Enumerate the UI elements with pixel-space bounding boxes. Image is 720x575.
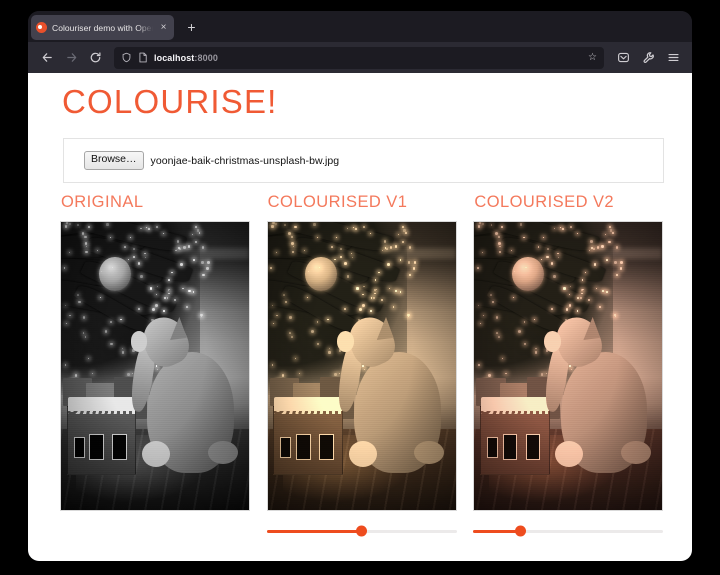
slider-row-v1 <box>266 524 461 538</box>
column-original: ORIGINAL <box>60 193 254 538</box>
image-columns: ORIGINAL COLOURISED V1 COLOURISED V2 <box>60 193 667 538</box>
toolbar-icons <box>612 47 684 69</box>
column-title: COLOURISED V2 <box>474 193 615 211</box>
page-title: COLOURISE! <box>62 83 278 120</box>
slider-thumb[interactable] <box>515 525 527 537</box>
browser-tab[interactable]: Colouriser demo with OpenVINO × <box>31 15 174 40</box>
close-icon[interactable]: × <box>158 22 169 33</box>
shield-icon[interactable] <box>121 52 132 63</box>
column-title: COLOURISED V1 <box>267 193 408 211</box>
slider-fill <box>266 529 362 533</box>
url-bar[interactable]: localhost:8000 ☆ <box>114 46 604 69</box>
slider-row-v2 <box>473 524 667 538</box>
image-colourised-v1 <box>266 221 457 511</box>
forward-arrow-icon[interactable] <box>60 47 82 69</box>
slider-row-original <box>60 524 254 538</box>
browser-window: Colouriser demo with OpenVINO × + localh… <box>28 11 692 561</box>
image-colourised-v2 <box>473 221 664 511</box>
page-content: COLOURISE! Browse… yoonjae-baik-christma… <box>28 73 692 561</box>
app-favicon <box>36 22 47 33</box>
page-icon <box>138 52 148 63</box>
back-arrow-icon[interactable] <box>36 47 58 69</box>
hamburger-menu-icon[interactable] <box>662 47 684 69</box>
selected-filename: yoonjae-baik-christmas-unsplash-bw.jpg <box>150 154 340 167</box>
file-upload-field[interactable]: Browse… yoonjae-baik-christmas-unsplash-… <box>63 138 664 183</box>
url-text: localhost:8000 <box>154 53 218 63</box>
reload-arrow-icon[interactable] <box>84 47 106 69</box>
tab-title: Colouriser demo with OpenVINO <box>52 22 153 33</box>
slider-thumb[interactable] <box>356 525 368 537</box>
opacity-slider-v1[interactable] <box>266 525 457 537</box>
slider-fill <box>473 529 521 533</box>
column-colourised-v2: COLOURISED V2 <box>473 193 667 538</box>
new-tab-button[interactable]: + <box>183 19 200 36</box>
url-port: :8000 <box>194 52 218 63</box>
opacity-slider-v2[interactable] <box>473 525 664 537</box>
column-title: ORIGINAL <box>61 193 144 211</box>
url-host: localhost <box>154 52 195 63</box>
navigation-toolbar: localhost:8000 ☆ <box>28 42 692 73</box>
browse-button[interactable]: Browse… <box>84 151 144 170</box>
bookmark-star-icon[interactable]: ☆ <box>588 52 597 63</box>
column-colourised-v1: COLOURISED V1 <box>266 193 461 538</box>
image-original <box>60 221 250 511</box>
wrench-icon[interactable] <box>637 47 659 69</box>
pocket-icon[interactable] <box>612 47 634 69</box>
tab-strip: Colouriser demo with OpenVINO × + <box>28 11 692 42</box>
